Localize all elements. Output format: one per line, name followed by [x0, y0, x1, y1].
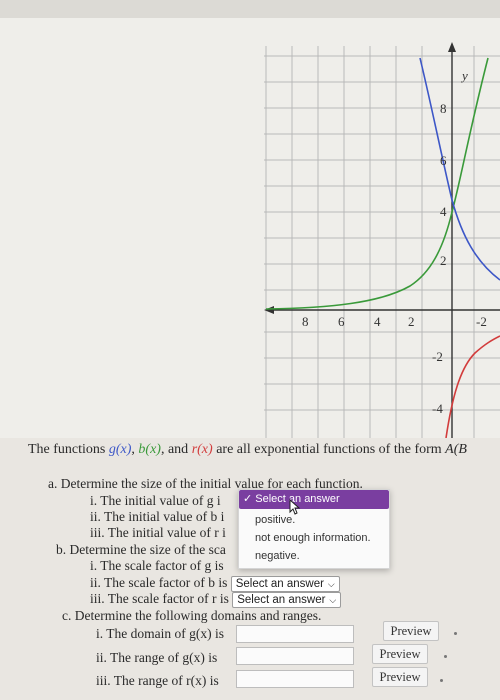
preview-button[interactable]: Preview	[383, 621, 439, 641]
range-g-input[interactable]	[236, 647, 354, 665]
dropdown-option[interactable]: positive.	[255, 514, 295, 526]
function-r: r(x)	[191, 442, 213, 457]
status-dot	[454, 632, 457, 635]
x-tick-label: 2	[408, 314, 415, 329]
part-c-ii: ii. The range of g(x) is	[96, 650, 218, 665]
preview-button[interactable]: Preview	[372, 644, 428, 664]
part-c-iii: iii. The range of r(x) is	[96, 673, 219, 688]
part-b-ii-label: ii. The scale factor of b is	[90, 575, 228, 590]
dropdown-option[interactable]: negative.	[255, 550, 300, 562]
domain-g-input[interactable]	[236, 625, 354, 643]
intro-text: are all exponential functions of the for…	[212, 442, 446, 457]
status-dot	[444, 655, 447, 658]
select-label: Select an answer	[235, 577, 324, 590]
dropdown-option[interactable]: not enough information.	[255, 532, 371, 544]
scale-factor-b-select[interactable]: Select an answer ⌵	[230, 575, 340, 592]
y-axis-label: y	[460, 68, 468, 83]
part-b-heading: b. Determine the size of the sca	[56, 542, 226, 557]
question-intro: The functions g(x), b(x), and r(x) are a…	[28, 442, 467, 458]
part-a-iii: iii. The initial value of r i	[90, 525, 226, 540]
exponential-graph: 8 6 4 2 -2 8 6 4 2 -2 -4 y	[0, 18, 500, 438]
y-tick-label: 4	[440, 204, 447, 219]
browser-top-bar	[0, 0, 500, 19]
preview-button[interactable]: Preview	[372, 667, 428, 687]
y-tick-label: -4	[432, 401, 443, 416]
y-tick-label: 8	[440, 101, 447, 116]
x-tick-label: 6	[338, 314, 345, 329]
chevron-down-icon: ⌵	[329, 594, 337, 605]
y-tick-label: 6	[440, 153, 447, 168]
graph-svg: 8 6 4 2 -2 8 6 4 2 -2 -4 y	[0, 18, 500, 438]
y-tick-label: -2	[432, 349, 443, 364]
part-b-ii: ii. The scale factor of b is Select an a…	[90, 575, 340, 592]
part-a-ii: ii. The initial value of b i	[90, 509, 225, 524]
part-b-i: i. The scale factor of g is	[90, 558, 224, 573]
intro-text: The functions	[28, 442, 109, 457]
chevron-down-icon: ⌵	[327, 578, 335, 589]
x-tick-label: 8	[302, 314, 309, 329]
scale-factor-r-select[interactable]: Select an answer ⌵	[232, 591, 342, 608]
select-label: Select an answer	[237, 593, 326, 606]
function-g: g(x)	[108, 442, 132, 457]
dropdown-option-selected[interactable]: ✓ Select an answer	[239, 490, 389, 509]
x-tick-label: 4	[374, 314, 381, 329]
y-tick-label: 2	[440, 253, 447, 268]
range-r-input[interactable]	[236, 670, 354, 688]
function-form: A(B	[445, 442, 467, 457]
x-tick-label: -2	[476, 314, 487, 329]
part-c-heading: c. Determine the following domains and r…	[62, 608, 322, 623]
answer-dropdown-menu: ✓ Select an answer positive. not enough …	[238, 489, 390, 569]
function-b: b(x)	[138, 442, 161, 457]
part-c-i: i. The domain of g(x) is	[96, 626, 224, 641]
part-b-iii: iii. The scale factor of r is Select an …	[90, 591, 342, 608]
status-dot	[440, 679, 443, 682]
part-a-i: i. The initial value of g i	[90, 493, 221, 508]
question-area: The functions g(x), b(x), and r(x) are a…	[0, 438, 500, 700]
intro-separator: , and	[160, 442, 192, 457]
part-b-iii-label: iii. The scale factor of r is	[90, 591, 229, 606]
